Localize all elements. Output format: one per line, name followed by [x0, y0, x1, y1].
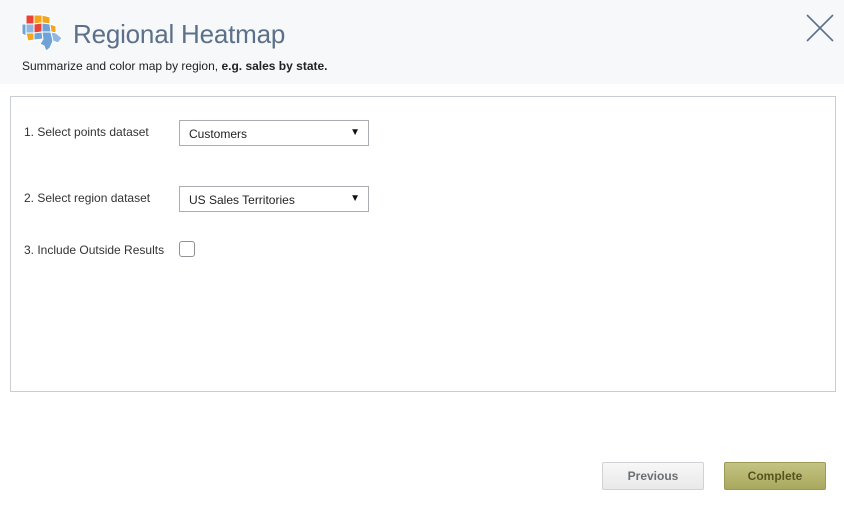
region-dataset-label: 2. Select region dataset [24, 191, 151, 205]
previous-button[interactable]: Previous [602, 462, 704, 490]
settings-panel: 1. Select points dataset Customers ▼ 2. … [10, 96, 836, 392]
dialog-title: Regional Heatmap [73, 19, 286, 49]
points-dataset-value: Customers [189, 127, 248, 141]
dialog-header: Regional Heatmap Summarize and color map… [0, 0, 844, 84]
close-icon[interactable] [804, 12, 836, 44]
regional-map-icon [21, 14, 63, 52]
region-dataset-select[interactable]: US Sales Territories ▼ [179, 186, 369, 212]
complete-button[interactable]: Complete [724, 462, 826, 490]
caret-down-icon: ▼ [350, 193, 360, 204]
subtitle-emphasis: e.g. sales by state. [221, 59, 328, 73]
dialog-subtitle: Summarize and color map by region, e.g. … [22, 59, 328, 73]
caret-down-icon: ▼ [350, 127, 360, 138]
subtitle-text: Summarize and color map by region, [22, 59, 219, 73]
points-dataset-label: 1. Select points dataset [24, 125, 149, 139]
region-dataset-value: US Sales Territories [189, 193, 295, 207]
points-dataset-select[interactable]: Customers ▼ [179, 120, 369, 146]
include-outside-label: 3. Include Outside Results [24, 243, 165, 257]
include-outside-checkbox[interactable] [179, 241, 195, 257]
